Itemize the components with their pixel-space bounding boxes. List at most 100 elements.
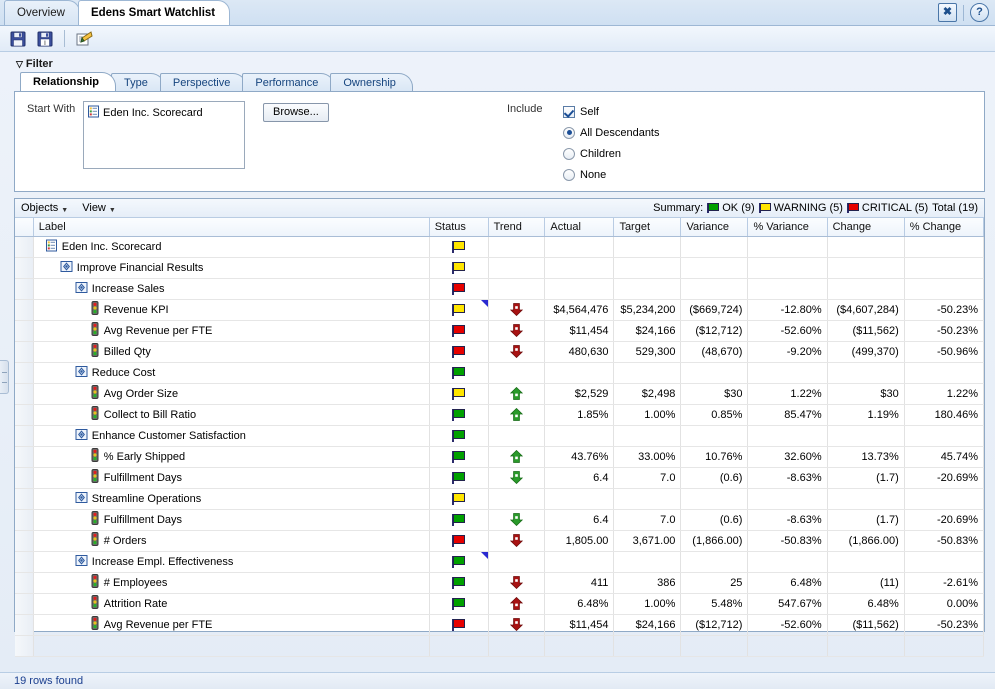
browse-button[interactable]: Browse...	[263, 103, 329, 122]
export-icon[interactable]	[73, 27, 96, 50]
row-gutter[interactable]	[15, 341, 33, 362]
cell-change: (1.7)	[827, 467, 904, 488]
save-icon[interactable]	[6, 27, 29, 50]
radio-all-descendants[interactable]	[563, 127, 575, 139]
table-row[interactable]: Eden Inc. Scorecard	[15, 236, 984, 257]
row-gutter[interactable]	[15, 572, 33, 593]
table-row[interactable]: Increase Sales	[15, 278, 984, 299]
table-row[interactable]: # Employees411386256.48%(11)-2.61%	[15, 572, 984, 593]
save-as-icon[interactable]: I	[33, 27, 56, 50]
cell-actual	[545, 257, 614, 278]
kpi-icon	[90, 511, 100, 528]
cell-change: ($11,562)	[827, 320, 904, 341]
option-children[interactable]: Children	[563, 143, 660, 164]
comment-indicator-icon[interactable]	[481, 300, 488, 307]
window-tab-watchlist[interactable]: Edens Smart Watchlist	[78, 0, 230, 25]
table-row[interactable]: Revenue KPI$4,564,476$5,234,200($669,724…	[15, 299, 984, 320]
divider	[963, 5, 964, 21]
col-status[interactable]: Status	[429, 218, 488, 236]
col-trend[interactable]: Trend	[488, 218, 545, 236]
cell-target: 7.0	[614, 509, 681, 530]
table-row[interactable]: Fulfillment Days6.47.0(0.6)-8.63%(1.7)-2…	[15, 509, 984, 530]
row-label: # Orders	[104, 535, 147, 547]
option-none[interactable]: None	[563, 164, 660, 185]
row-gutter[interactable]	[15, 425, 33, 446]
table-row[interactable]: Collect to Bill Ratio1.85%1.00%0.85%85.4…	[15, 404, 984, 425]
table-row[interactable]: % Early Shipped43.76%33.00%10.76%32.60%1…	[15, 446, 984, 467]
option-self[interactable]: Self	[563, 101, 660, 122]
cell-trend	[488, 425, 545, 446]
cell-label: Revenue KPI	[33, 299, 429, 320]
cell-status	[429, 299, 488, 320]
cell-pct-variance: 547.67%	[748, 593, 827, 614]
cell-label: Increase Sales	[33, 278, 429, 299]
radio-children[interactable]	[563, 148, 575, 160]
tab-performance[interactable]: Performance	[242, 73, 335, 91]
cell-change	[827, 362, 904, 383]
table-row[interactable]: Fulfillment Days6.47.0(0.6)-8.63%(1.7)-2…	[15, 467, 984, 488]
tab-perspective[interactable]: Perspective	[160, 73, 247, 91]
row-gutter[interactable]	[15, 236, 33, 257]
row-gutter[interactable]	[15, 299, 33, 320]
row-gutter[interactable]	[15, 320, 33, 341]
table-row[interactable]: Streamline Operations	[15, 488, 984, 509]
table-row[interactable]: Enhance Customer Satisfaction	[15, 425, 984, 446]
filter-header[interactable]: ▽Filter	[14, 56, 985, 73]
col-target[interactable]: Target	[614, 218, 681, 236]
help-icon[interactable]: ?	[970, 3, 989, 22]
cell-pct-change	[904, 551, 983, 572]
table-row[interactable]: Improve Financial Results	[15, 257, 984, 278]
row-gutter[interactable]	[15, 467, 33, 488]
cell-change	[827, 551, 904, 572]
cell-status	[429, 278, 488, 299]
row-gutter[interactable]	[15, 509, 33, 530]
row-gutter[interactable]	[15, 362, 33, 383]
panel-splitter[interactable]	[0, 360, 9, 394]
table-row[interactable]: Attrition Rate6.48%1.00%5.48%547.67%6.48…	[15, 593, 984, 614]
tab-relationship[interactable]: Relationship	[20, 72, 116, 91]
close-icon[interactable]: ✖	[938, 3, 957, 22]
start-with-item[interactable]: Eden Inc. Scorecard	[84, 102, 244, 124]
row-gutter[interactable]	[15, 404, 33, 425]
tab-type[interactable]: Type	[111, 73, 165, 91]
table-row[interactable]: # Orders1,805.003,671.00(1,866.00)-50.83…	[15, 530, 984, 551]
row-gutter[interactable]	[15, 530, 33, 551]
table-row[interactable]: Avg Revenue per FTE$11,454$24,166($12,71…	[15, 320, 984, 341]
row-gutter[interactable]	[15, 257, 33, 278]
row-gutter[interactable]	[15, 383, 33, 404]
window-tab-overview[interactable]: Overview	[4, 0, 80, 25]
cell-target	[614, 425, 681, 446]
row-gutter[interactable]	[15, 278, 33, 299]
radio-none[interactable]	[563, 169, 575, 181]
col-actual[interactable]: Actual	[545, 218, 614, 236]
row-gutter[interactable]	[15, 614, 33, 635]
cell-variance	[681, 362, 748, 383]
start-with-input[interactable]: Eden Inc. Scorecard	[83, 101, 245, 169]
row-gutter[interactable]	[15, 488, 33, 509]
row-gutter[interactable]	[15, 446, 33, 467]
table-row[interactable]: Billed Qty480,630529,300(48,670)-9.20%(4…	[15, 341, 984, 362]
objects-menu[interactable]: Objects ▼	[21, 202, 68, 214]
cell-status	[429, 341, 488, 362]
col-label[interactable]: Label	[33, 218, 429, 236]
row-gutter[interactable]	[15, 551, 33, 572]
cell-trend	[488, 278, 545, 299]
table-row[interactable]: Increase Empl. Effectiveness	[15, 551, 984, 572]
cell-actual: 6.48%	[545, 593, 614, 614]
view-menu[interactable]: View ▼	[82, 202, 116, 214]
col-pct-change[interactable]: % Change	[904, 218, 983, 236]
cell-pct-change: -50.23%	[904, 614, 983, 635]
checkbox-self[interactable]	[563, 106, 575, 118]
col-variance[interactable]: Variance	[681, 218, 748, 236]
table-row[interactable]: Avg Revenue per FTE$11,454$24,166($12,71…	[15, 614, 984, 635]
row-gutter[interactable]	[15, 593, 33, 614]
comment-indicator-icon[interactable]	[481, 552, 488, 559]
option-all-descendants[interactable]: All Descendants	[563, 122, 660, 143]
col-pct-variance[interactable]: % Variance	[748, 218, 827, 236]
col-change[interactable]: Change	[827, 218, 904, 236]
table-row[interactable]: Avg Order Size$2,529$2,498$301.22%$301.2…	[15, 383, 984, 404]
table-row[interactable]: Reduce Cost	[15, 362, 984, 383]
tab-ownership[interactable]: Ownership	[330, 73, 413, 91]
main-toolbar: I	[0, 26, 995, 52]
cell-label: Streamline Operations	[33, 488, 429, 509]
